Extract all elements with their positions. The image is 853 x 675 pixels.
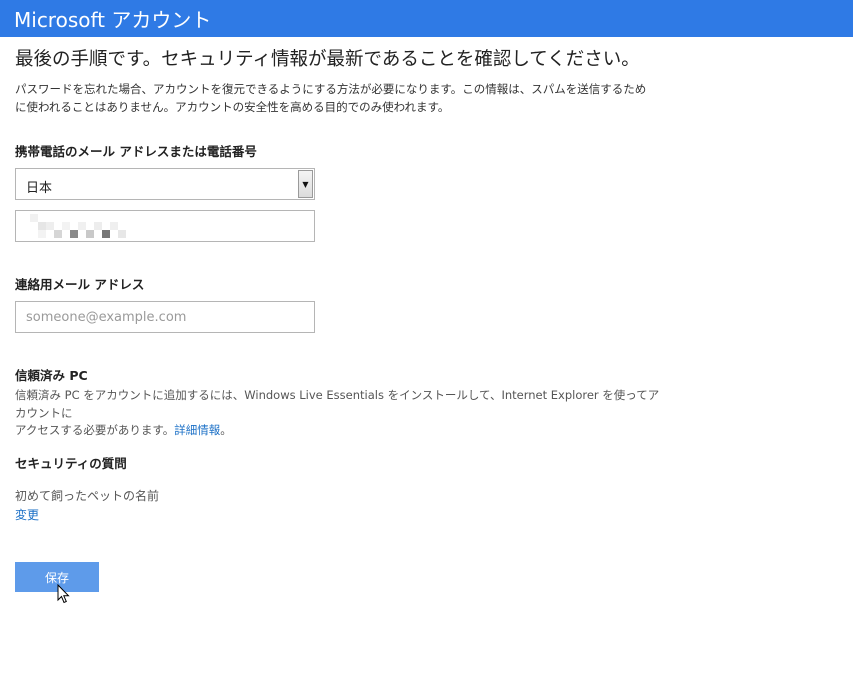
change-question-link[interactable]: 変更	[15, 506, 39, 523]
security-question-text: 初めて飼ったペットの名前	[15, 489, 160, 503]
trusted-pc-desc-line-1: 信頼済み PC をアカウントに追加するには、Windows Live Essen…	[15, 388, 660, 420]
app-header: Microsoft アカウント	[0, 0, 853, 37]
intro-line-2: に使われることはありません。アカウントの安全性を高める目的でのみ使われます。	[15, 99, 450, 114]
page-title: 最後の手順です。セキュリティ情報が最新であることを確認してください。	[15, 49, 640, 70]
app-title: Microsoft アカウント	[14, 8, 212, 32]
trusted-pc-desc-line-2: アクセスする必要があります。詳細情報。	[15, 422, 665, 440]
dropdown-arrow-icon[interactable]: ▼	[298, 170, 313, 198]
details-link[interactable]: 詳細情報	[174, 423, 220, 437]
trusted-pc-label: 信頼済み PC	[15, 368, 88, 383]
redacted-phone-number	[30, 214, 126, 238]
intro-line-1: パスワードを忘れた場合、アカウントを復元できるようにする方法が必要になります。こ…	[15, 82, 647, 96]
contact-email-label: 連絡用メール アドレス	[15, 277, 145, 292]
main-content: 最後の手順です。セキュリティ情報が最新であることを確認してください。 パスワード…	[0, 47, 853, 116]
trusted-pc-description: 信頼済み PC をアカウントに追加するには、Windows Live Essen…	[15, 387, 665, 440]
intro-text: パスワードを忘れた場合、アカウントを復元できるようにする方法が必要になります。こ…	[15, 81, 655, 116]
country-select-value: 日本	[26, 181, 53, 196]
phone-section-label: 携帯電話のメール アドレスまたは電話番号	[15, 144, 257, 159]
trusted-pc-desc-suffix: 。	[220, 423, 232, 437]
security-question-label: セキュリティの質問	[15, 456, 127, 471]
country-select[interactable]: 日本 ▼	[15, 168, 315, 200]
mouse-cursor-icon	[57, 584, 70, 604]
contact-email-input[interactable]	[15, 301, 315, 333]
trusted-pc-desc-prefix: アクセスする必要があります。	[15, 423, 175, 437]
